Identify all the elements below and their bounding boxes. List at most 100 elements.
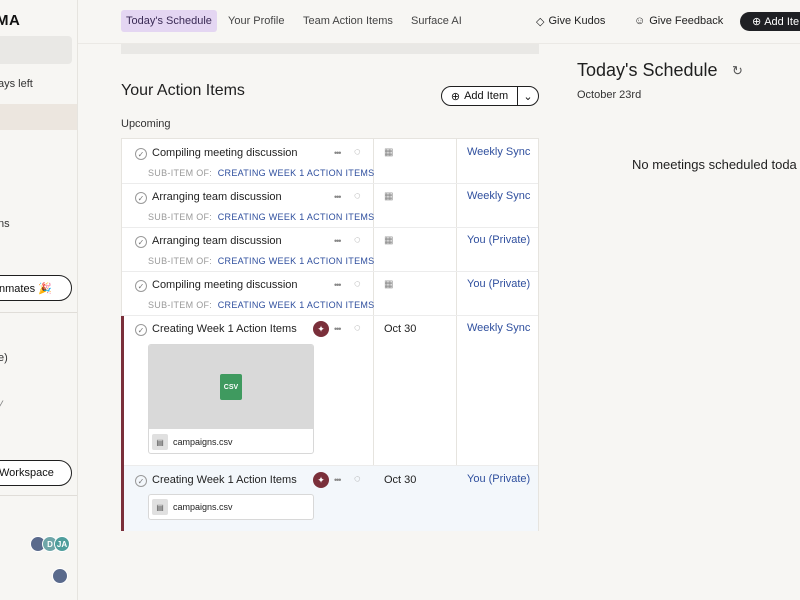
more-icon[interactable]: ••• bbox=[334, 192, 342, 202]
parent-item-link[interactable]: CREATING WEEK 1 ACTION ITEMS bbox=[218, 256, 375, 266]
comment-icon[interactable]: ◌ bbox=[354, 278, 361, 290]
diamond-icon: ◇ bbox=[536, 15, 545, 28]
avatar: JA bbox=[54, 536, 70, 552]
check-circle-icon[interactable]: ✓ bbox=[135, 324, 147, 336]
sub-item-of: SUB-ITEM OF: CREATING WEEK 1 ACTION ITEM… bbox=[148, 300, 374, 310]
table-row[interactable]: ✓ Creating Week 1 Action Items ✦ ••• ◌ C… bbox=[121, 316, 538, 466]
table-row[interactable]: ✓ Creating Week 1 Action Items ✦ ••• ◌ ▤… bbox=[121, 466, 538, 531]
plus-icon: ⊕ bbox=[450, 90, 461, 103]
comment-icon[interactable]: ◌ bbox=[354, 322, 361, 334]
due-date[interactable]: Oct 30 bbox=[384, 474, 416, 486]
file-name-row: ▤ campaigns.csv bbox=[149, 429, 313, 453]
table-row[interactable]: ✓ Arranging team discussion ••• ◌ SUB-IT… bbox=[122, 228, 538, 272]
sidebar-item-text[interactable]: ns bbox=[0, 218, 10, 230]
parent-item-link[interactable]: CREATING WEEK 1 ACTION ITEMS bbox=[218, 212, 375, 222]
pin-icon[interactable]: ✦ bbox=[313, 472, 329, 488]
table-row[interactable]: ✓ Compiling meeting discussion ••• ◌ SUB… bbox=[122, 139, 538, 184]
item-title[interactable]: Arranging team discussion bbox=[152, 235, 282, 247]
sidebar-divider bbox=[0, 495, 77, 496]
top-nav: Today's Schedule Your Profile Team Actio… bbox=[78, 0, 800, 44]
sidebar-highlight[interactable] bbox=[0, 36, 72, 64]
give-feedback-link[interactable]: ☺ Give Feedback bbox=[634, 10, 723, 32]
calendar-icon[interactable]: ▦ bbox=[384, 279, 393, 290]
section-label: Upcoming bbox=[121, 118, 171, 130]
check-circle-icon[interactable]: ✓ bbox=[135, 236, 147, 248]
meeting-link[interactable]: Weekly Sync bbox=[467, 146, 530, 158]
sidebar: MA ays left ns nmates 🎉 e) y Workspace D… bbox=[0, 0, 78, 600]
calendar-icon[interactable]: ▦ bbox=[384, 235, 393, 246]
item-title[interactable]: Compiling meeting discussion bbox=[152, 279, 298, 291]
parent-item-link[interactable]: CREATING WEEK 1 ACTION ITEMS bbox=[218, 300, 375, 310]
top-strip bbox=[121, 44, 539, 54]
table-row[interactable]: ✓ Arranging team discussion ••• ◌ SUB-IT… bbox=[122, 184, 538, 228]
item-title[interactable]: Creating Week 1 Action Items bbox=[152, 323, 297, 335]
sidebar-divider bbox=[0, 312, 77, 313]
sidebar-item-text[interactable]: e) bbox=[0, 352, 8, 364]
workspace-button[interactable]: Workspace bbox=[0, 460, 72, 486]
comment-icon[interactable]: ◌ bbox=[354, 234, 361, 246]
check-circle-icon[interactable]: ✓ bbox=[135, 280, 147, 292]
member-avatars[interactable]: D JA bbox=[30, 536, 70, 552]
more-icon[interactable]: ••• bbox=[334, 148, 342, 158]
sub-item-label: SUB-ITEM OF: bbox=[148, 256, 213, 266]
item-title[interactable]: Creating Week 1 Action Items bbox=[152, 474, 297, 486]
table-row[interactable]: ✓ Compiling meeting discussion ••• ◌ SUB… bbox=[122, 272, 538, 316]
give-kudos-label: Give Kudos bbox=[548, 15, 606, 27]
action-items-table: ✓ Compiling meeting discussion ••• ◌ SUB… bbox=[121, 138, 539, 531]
sub-item-of: SUB-ITEM OF: CREATING WEEK 1 ACTION ITEM… bbox=[148, 212, 374, 222]
comment-icon[interactable]: ◌ bbox=[354, 473, 361, 485]
more-icon[interactable]: ••• bbox=[334, 475, 342, 485]
file-preview[interactable]: CSV ▤ campaigns.csv bbox=[148, 344, 314, 454]
add-button-label: Add Ite bbox=[764, 15, 800, 28]
refresh-icon[interactable]: ↻ bbox=[732, 63, 743, 79]
tab-team-action-items[interactable]: Team Action Items bbox=[298, 10, 398, 32]
empty-schedule-message: No meetings scheduled toda bbox=[632, 157, 797, 172]
chevron-down-icon[interactable]: ⌄ bbox=[518, 90, 538, 103]
meeting-link[interactable]: You (Private) bbox=[467, 473, 530, 485]
tab-your-profile[interactable]: Your Profile bbox=[223, 10, 289, 32]
meeting-link[interactable]: Weekly Sync bbox=[467, 190, 530, 202]
sub-item-of: SUB-ITEM OF: CREATING WEEK 1 ACTION ITEM… bbox=[148, 256, 374, 266]
sub-item-of: SUB-ITEM OF: CREATING WEEK 1 ACTION ITEM… bbox=[148, 168, 374, 178]
feedback-icon: ☺ bbox=[634, 15, 646, 27]
sub-item-label: SUB-ITEM OF: bbox=[148, 300, 213, 310]
page-title: Your Action Items bbox=[121, 82, 245, 99]
add-item-main[interactable]: ⊕ Add Item bbox=[442, 87, 518, 105]
file-attachment[interactable]: ▤ campaigns.csv bbox=[148, 494, 314, 520]
more-icon[interactable]: ••• bbox=[334, 324, 342, 334]
comment-icon[interactable]: ◌ bbox=[354, 146, 361, 158]
trial-days-left: ays left bbox=[0, 78, 33, 90]
sidebar-item-active[interactable] bbox=[0, 104, 77, 130]
priority-bar bbox=[121, 466, 124, 531]
calendar-icon[interactable]: ▦ bbox=[384, 191, 393, 202]
meeting-link[interactable]: You (Private) bbox=[467, 278, 530, 290]
file-thumbnail: CSV bbox=[149, 345, 313, 429]
tab-todays-schedule[interactable]: Today's Schedule bbox=[121, 10, 217, 32]
tab-surface-ai[interactable]: Surface AI bbox=[406, 10, 467, 32]
app-logo[interactable]: MA bbox=[0, 12, 20, 29]
due-date[interactable]: Oct 30 bbox=[384, 323, 416, 335]
comment-icon[interactable]: ◌ bbox=[354, 190, 361, 202]
meeting-link[interactable]: Weekly Sync bbox=[467, 322, 530, 334]
more-icon[interactable]: ••• bbox=[334, 236, 342, 246]
sub-item-label: SUB-ITEM OF: bbox=[148, 168, 213, 178]
calendar-icon[interactable]: ▦ bbox=[384, 147, 393, 158]
check-circle-icon[interactable]: ✓ bbox=[135, 192, 147, 204]
check-circle-icon[interactable]: ✓ bbox=[135, 148, 147, 160]
sub-item-label: SUB-ITEM OF: bbox=[148, 212, 213, 222]
file-icon: ▤ bbox=[152, 434, 168, 450]
pin-icon[interactable]: ✦ bbox=[313, 321, 329, 337]
add-item-top-button[interactable]: ⊕ Add Ite bbox=[740, 12, 800, 31]
give-feedback-label: Give Feedback bbox=[649, 15, 724, 27]
parent-item-link[interactable]: CREATING WEEK 1 ACTION ITEMS bbox=[218, 168, 375, 178]
more-icon[interactable]: ••• bbox=[334, 280, 342, 290]
user-avatar[interactable] bbox=[52, 568, 68, 584]
item-title[interactable]: Compiling meeting discussion bbox=[152, 147, 298, 159]
file-icon: ▤ bbox=[152, 499, 168, 515]
add-item-button[interactable]: ⊕ Add Item ⌄ bbox=[441, 86, 539, 106]
give-kudos-link[interactable]: ◇ Give Kudos bbox=[536, 10, 605, 32]
item-title[interactable]: Arranging team discussion bbox=[152, 191, 282, 203]
meeting-link[interactable]: You (Private) bbox=[467, 234, 530, 246]
check-circle-icon[interactable]: ✓ bbox=[135, 475, 147, 487]
invite-teammates-button[interactable]: nmates 🎉 bbox=[0, 275, 72, 301]
